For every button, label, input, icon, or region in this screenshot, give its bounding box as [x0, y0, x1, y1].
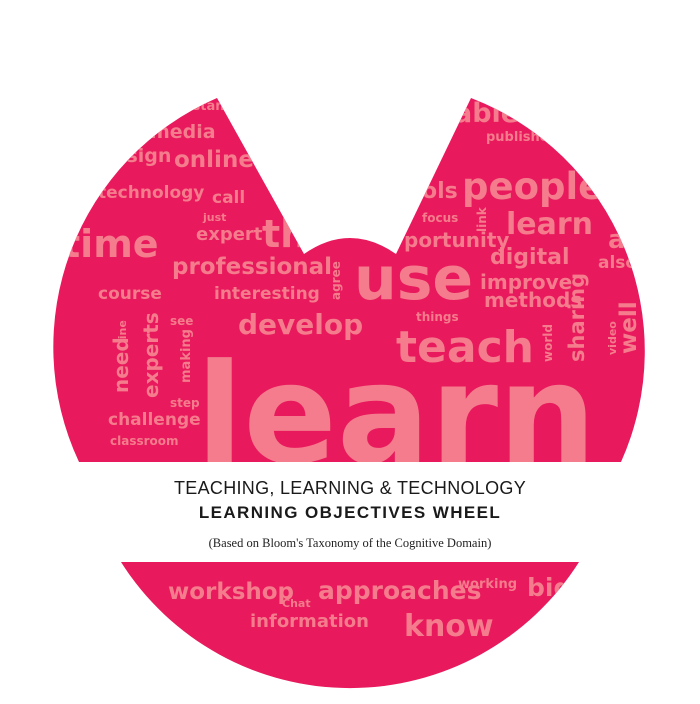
word: agree	[329, 261, 343, 300]
word: ad	[608, 225, 644, 255]
word: experts	[139, 312, 163, 398]
word: use	[354, 244, 473, 314]
word: see	[170, 314, 193, 328]
word: digital	[490, 245, 569, 270]
word: learn	[506, 207, 593, 242]
word: working	[458, 577, 517, 592]
word: know	[404, 609, 494, 644]
word: just	[202, 211, 226, 224]
word: big	[527, 573, 571, 602]
word: approaches	[318, 576, 482, 605]
word: Chat	[282, 597, 311, 610]
word: able	[454, 98, 519, 129]
word: professional	[172, 254, 332, 280]
word-learn-main: learn	[196, 334, 596, 495]
word: challenge	[108, 410, 201, 430]
caption-title: LEARNING OBJECTIVES WHEEL	[198, 503, 502, 522]
word: also	[598, 253, 637, 273]
word: well	[616, 301, 642, 354]
word: making	[179, 329, 194, 383]
learning-objectives-wheel: derstand able media published design onl…	[0, 0, 700, 700]
word: call	[212, 188, 245, 208]
word: interesting	[214, 284, 320, 304]
word: design	[100, 145, 171, 167]
word: derstand	[168, 99, 234, 114]
caption-subtitle: (Based on Bloom's Taxonomy of the Cognit…	[208, 536, 492, 550]
word: media	[150, 121, 216, 143]
word: published	[486, 130, 558, 145]
word: focus	[422, 211, 458, 225]
word: time	[62, 222, 159, 266]
caption-heading: TEACHING, LEARNING & TECHNOLOGY	[173, 478, 527, 498]
word: technology	[98, 183, 204, 203]
word: information	[250, 611, 369, 632]
word: workshop	[168, 579, 294, 605]
word: need	[109, 337, 133, 393]
word: ols	[422, 179, 458, 204]
word: th	[262, 212, 307, 256]
word: classroom	[110, 434, 179, 448]
word: online	[174, 147, 254, 173]
word: people	[462, 165, 603, 208]
word: expert	[196, 224, 263, 245]
word: course	[98, 284, 162, 304]
wheel-graphic: derstand able media published design onl…	[53, 98, 645, 689]
